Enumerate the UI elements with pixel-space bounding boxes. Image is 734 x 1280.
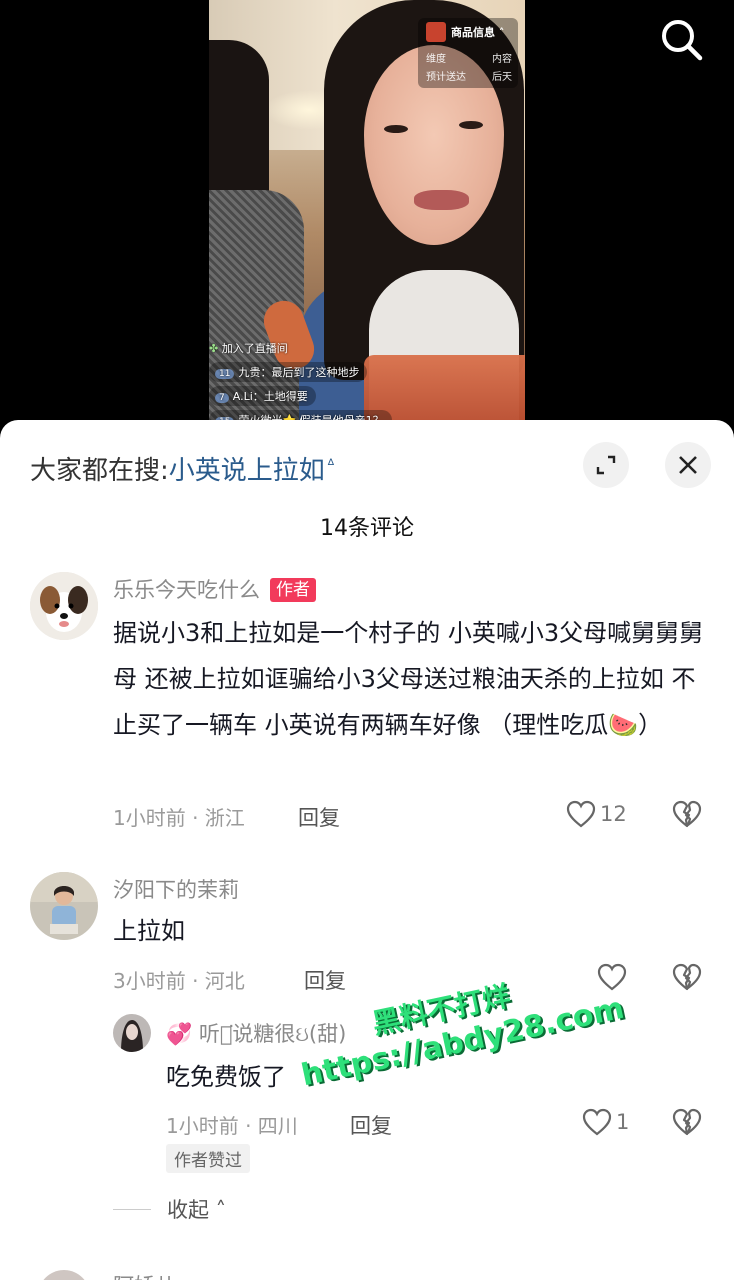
comment-meta: 3小时前 · 河北 — [113, 969, 245, 993]
like-button[interactable]: 1 — [582, 1108, 629, 1136]
collapse-label[interactable]: 收起 ˄ — [167, 1194, 226, 1224]
username-text[interactable]: 乐乐今天吃什么 — [113, 578, 260, 602]
heart-icon — [566, 800, 596, 828]
comment-meta: 1小时前 · 浙江 — [113, 806, 245, 830]
live-join-message: ✤ 加入了直播间 — [209, 340, 288, 360]
reply-button[interactable]: 回复 — [298, 802, 340, 832]
suggestion-prefix: 大家都在搜: — [30, 456, 169, 486]
reply-button[interactable]: 回复 — [350, 1110, 392, 1140]
like-count: 12 — [600, 802, 627, 826]
search-icon — [662, 20, 703, 61]
dog-avatar-image — [30, 572, 98, 640]
avatar[interactable] — [113, 1014, 151, 1052]
live-message-text: 加入了直播间 — [221, 342, 288, 355]
avatar[interactable] — [30, 572, 98, 640]
product-row-value: 后天 — [492, 72, 512, 83]
product-info-panel[interactable]: 商品信息 ˄ 维度 内容 预计送达 后天 — [418, 18, 518, 88]
broken-heart-icon — [672, 1108, 702, 1136]
product-row-label: 维度 — [426, 54, 446, 65]
divider-line — [113, 1208, 151, 1210]
live-message-text: 九贵：最后到了这种地步 — [238, 366, 360, 379]
comment-count-title: 14条评论 — [320, 516, 414, 541]
clover-icon: ✤ — [209, 342, 219, 355]
reply-meta: 1小时前 · 四川 — [166, 1114, 298, 1138]
live-video-area[interactable]: 商品信息 ˄ 维度 内容 预计送达 后天 ✤ 加入了直播间 11 九贵：最后到了这… — [0, 0, 734, 440]
author-badge: 作者 — [270, 578, 316, 602]
search-button[interactable] — [658, 16, 706, 64]
dislike-button[interactable] — [672, 1108, 702, 1136]
search-small-icon: ᐞ — [326, 456, 335, 474]
search-suggestion[interactable]: 大家都在搜:小英说上拉如 ᐞ — [30, 450, 335, 487]
product-row-label: 预计送达 — [426, 72, 466, 83]
close-button[interactable] — [665, 442, 711, 488]
like-count: 1 — [616, 1110, 630, 1134]
comment-username[interactable]: 乐乐今天吃什么 作者 — [113, 574, 316, 604]
comment-username[interactable]: 汐阳下的茉莉 — [113, 874, 239, 904]
user-level-badge: 7 — [215, 393, 229, 403]
collapse-replies-button[interactable]: 收起 ˄ — [113, 1194, 226, 1224]
comment-username[interactable]: 阿娇儿 — [113, 1270, 176, 1280]
like-button[interactable]: 12 — [566, 800, 627, 828]
author-liked-tag: 作者赞过 — [166, 1144, 250, 1173]
side-person-hair — [209, 40, 269, 210]
avatar[interactable] — [38, 1270, 90, 1280]
broken-heart-icon — [672, 800, 702, 828]
reply-button[interactable]: 回复 — [304, 965, 346, 995]
live-chat-message: 11 九贵：最后到了这种地步 — [209, 362, 368, 382]
host-eye-right — [459, 121, 483, 129]
host-mouth — [414, 190, 469, 210]
expand-icon — [596, 455, 616, 475]
suggestion-keyword[interactable]: 小英说上拉如 — [169, 456, 325, 486]
avatar[interactable] — [30, 872, 98, 940]
comment-sheet: 大家都在搜:小英说上拉如 ᐞ 14条评论 乐乐今天吃什么 作者 据说小3和上拉如是一… — [0, 420, 734, 1280]
close-icon — [679, 456, 697, 474]
user-level-badge: 11 — [215, 369, 235, 379]
live-chat-message: 7 A.Li：土地得要 — [209, 386, 316, 406]
product-info-title: 商品信息 ˄ — [451, 26, 505, 39]
comment-text: 上拉如 — [113, 917, 185, 945]
broken-heart-icon — [672, 963, 702, 991]
person-avatar-image — [113, 1014, 151, 1052]
product-row-value: 内容 — [492, 54, 512, 65]
dislike-button[interactable] — [672, 963, 702, 991]
heart-icon — [582, 1108, 612, 1136]
host-eye-left — [384, 125, 408, 133]
dislike-button[interactable] — [672, 800, 702, 828]
live-message-text: A.Li：土地得要 — [232, 390, 308, 403]
person-avatar-image — [30, 872, 98, 940]
expand-button[interactable] — [583, 442, 629, 488]
comment-text: 据说小3和上拉如是一个村子的 小英喊小3父母喊舅舅舅母 还被上拉如诓骗给小3父母… — [113, 619, 704, 739]
product-thumbnail — [426, 22, 446, 42]
